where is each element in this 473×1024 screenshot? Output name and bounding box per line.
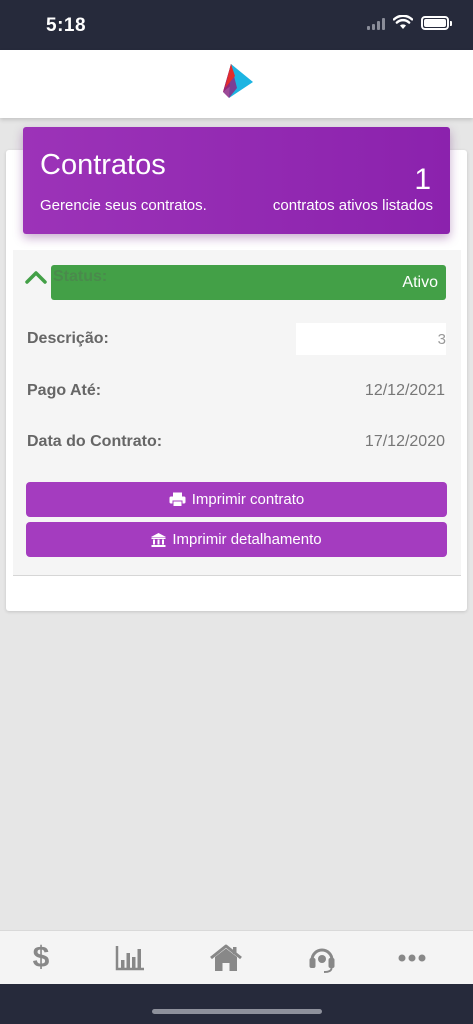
more-icon [398,954,426,962]
battery-icon [421,15,452,30]
system-status-bar: 5:18 [0,0,473,50]
contracts-header-panel: Contratos Gerencie seus contratos. 1 con… [23,127,450,234]
page-subtitle: Gerencie seus contratos. [40,197,207,214]
bank-icon [151,532,167,547]
tab-more[interactable] [392,939,432,977]
headset-icon [309,948,335,973]
status-badge: Ativo [51,265,446,300]
cellular-signal-icon [367,16,385,30]
description-value-tail: 3 [437,331,446,348]
description-value-redacted [296,323,446,355]
contract-item: Ativo Status: Descrição: 3 Pago Até: 12/… [13,250,461,576]
bar-chart-icon [115,946,144,971]
status-value: Ativo [402,274,438,291]
printer-icon [169,492,186,507]
status-label: Status: [53,268,108,285]
paid-until-value: 12/12/2021 [364,382,445,399]
tab-finance[interactable]: $ [21,939,61,977]
contract-date-value: 17/12/2020 [364,433,445,450]
home-icon [210,944,242,971]
tab-reports[interactable] [110,939,150,977]
home-indicator[interactable] [152,1009,322,1014]
tab-support[interactable] [302,939,342,977]
bottom-tab-bar: $ [0,930,473,984]
chevron-up-icon[interactable] [25,270,47,284]
dollar-icon: $ [32,941,50,974]
wifi-icon [393,15,413,29]
description-label: Descrição: [27,330,109,347]
print-detail-label: Imprimir detalhamento [172,531,322,548]
status-time: 5:18 [46,15,87,36]
print-detail-button[interactable]: Imprimir detalhamento [26,522,447,557]
app-logo [223,64,253,98]
page-title: Contratos [40,149,166,181]
print-contract-label: Imprimir contrato [191,491,305,508]
paid-until-label: Pago Até: [27,382,102,399]
print-contract-button[interactable]: Imprimir contrato [26,482,447,517]
active-contracts-label: contratos ativos listados [272,197,433,214]
app-header [0,50,473,118]
tab-home[interactable] [206,939,246,977]
status-icons [367,15,452,30]
contract-date-label: Data do Contrato: [27,433,163,450]
home-indicator-area [0,984,473,1024]
active-contracts-count: 1 [414,163,431,196]
